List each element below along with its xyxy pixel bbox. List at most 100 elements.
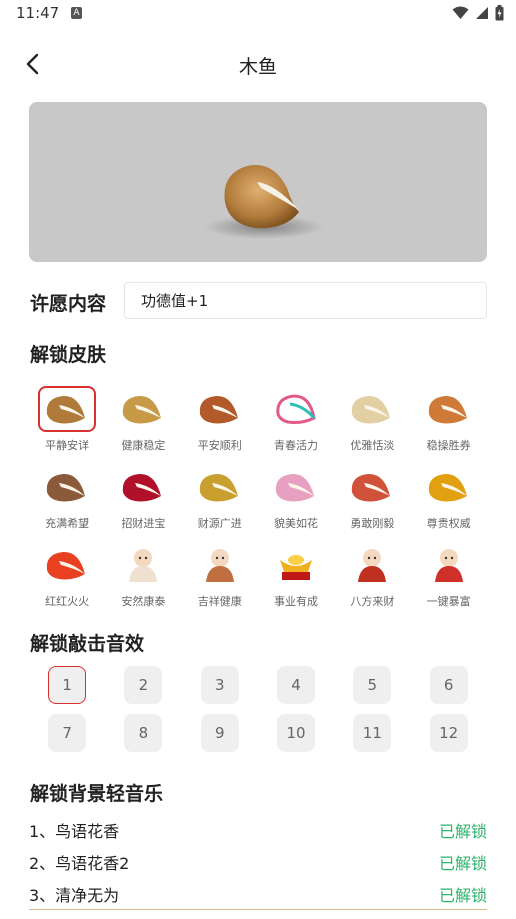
skin-item[interactable]: 充满希望 xyxy=(29,464,105,542)
unlock-status: 已解锁 xyxy=(438,854,487,873)
skin-item[interactable]: 尊贵权威 xyxy=(410,464,486,542)
skin-item[interactable]: 一键暴富 xyxy=(410,542,486,620)
skin-icon-frame xyxy=(343,542,401,588)
unlock-status: 已解锁 xyxy=(438,822,487,841)
wooden-fish-gold-icon xyxy=(123,395,162,424)
sound-row: 7 8 9 10 11 12 xyxy=(29,714,487,754)
sound-option-button[interactable]: 1 xyxy=(48,666,87,704)
sound-option-button[interactable]: 11 xyxy=(353,714,392,752)
skin-item[interactable]: 平安顺利 xyxy=(182,386,258,464)
skin-item[interactable]: 健康稳定 xyxy=(105,386,181,464)
sound-option-button[interactable]: 5 xyxy=(353,666,392,704)
wooden-fish-preview[interactable] xyxy=(29,102,487,262)
sounds-section-title: 解锁敲击音效 xyxy=(30,633,145,655)
skin-icon-frame xyxy=(267,464,325,510)
skin-label: 尊贵权威 xyxy=(426,517,471,530)
sound-cell: 10 xyxy=(258,714,334,754)
sound-cell: 7 xyxy=(29,714,105,754)
music-section-title: 解锁背景轻音乐 xyxy=(30,783,164,805)
skin-label: 八方来财 xyxy=(350,595,395,608)
skin-label: 平安顺利 xyxy=(197,439,242,452)
skin-item[interactable]: 安然康泰 xyxy=(105,542,181,620)
skin-item[interactable]: 八方来财 xyxy=(334,542,410,620)
sound-option-button[interactable]: 10 xyxy=(277,714,316,752)
wooden-fish-pink-flower-icon xyxy=(275,473,315,502)
skin-item[interactable]: 红红火火 xyxy=(29,542,105,620)
sound-grid: 1 2 3 4 5 6 7 8 9 10 11 12 xyxy=(29,666,487,754)
skin-icon-frame xyxy=(191,464,249,510)
sound-cell: 3 xyxy=(182,666,258,706)
skin-label: 平静安详 xyxy=(45,439,90,452)
skin-item[interactable]: 平静安详 xyxy=(29,386,105,464)
skin-label: 貌美如花 xyxy=(274,517,319,530)
skin-icon-frame xyxy=(420,464,478,510)
skin-item[interactable]: 事业有成 xyxy=(258,542,334,620)
skin-label: 吉祥健康 xyxy=(197,595,242,608)
sound-cell: 5 xyxy=(334,666,410,706)
skin-icon-frame xyxy=(191,386,249,432)
skin-item[interactable]: 勇敢刚毅 xyxy=(334,464,410,542)
sound-option-button[interactable]: 3 xyxy=(200,666,239,704)
skin-item[interactable]: 招财进宝 xyxy=(105,464,181,542)
wooden-fish-classic-icon xyxy=(46,395,86,424)
sound-cell: 2 xyxy=(105,666,181,706)
signal-icon xyxy=(476,7,488,19)
skin-label: 青春活力 xyxy=(274,439,319,452)
music-item[interactable]: 3、清净无为 已解锁 xyxy=(29,878,487,910)
wooden-fish-outline-pink-teal-icon xyxy=(276,394,316,424)
skin-icon-frame xyxy=(267,542,325,588)
cartoon-monk-icon xyxy=(129,549,158,582)
sound-option-button[interactable]: 4 xyxy=(277,666,316,704)
sound-cell: 12 xyxy=(410,714,486,754)
skin-label: 优雅恬淡 xyxy=(350,439,395,452)
skin-item[interactable]: 青春活力 xyxy=(258,386,334,464)
sound-option-button[interactable]: 8 xyxy=(124,714,163,752)
skin-item[interactable]: 吉祥健康 xyxy=(182,542,258,620)
skin-icon-frame xyxy=(343,386,401,432)
sound-cell: 6 xyxy=(410,666,486,706)
status-time: 11:47 xyxy=(16,4,60,22)
skin-label: 事业有成 xyxy=(274,595,319,608)
skin-row: 红红火火 安然康泰 吉祥健康 事业有成 八方来财 一键暴富 xyxy=(29,542,487,620)
sound-option-button[interactable]: 6 xyxy=(429,666,468,704)
skin-item[interactable]: 貌美如花 xyxy=(258,464,334,542)
wish-input[interactable] xyxy=(124,282,487,319)
music-item[interactable]: 1、鸟语花香 已解锁 xyxy=(29,814,487,846)
skin-icon-frame xyxy=(343,464,401,510)
skin-icon-frame xyxy=(38,542,96,588)
sound-cell: 4 xyxy=(258,666,334,706)
wooden-fish-coral-icon xyxy=(352,473,391,502)
skins-section-title: 解锁皮肤 xyxy=(30,344,107,366)
unlock-status: 已解锁 xyxy=(438,886,487,905)
sound-cell: 1 xyxy=(29,666,105,706)
skin-item[interactable]: 财源广进 xyxy=(182,464,258,542)
skin-icon-frame xyxy=(114,386,172,432)
skin-icon-frame xyxy=(420,386,478,432)
music-item[interactable]: 2、鸟语花香2 已解锁 xyxy=(29,846,487,878)
skin-label: 财源广进 xyxy=(197,517,242,530)
skin-label: 健康稳定 xyxy=(121,439,166,452)
status-bar: 11:47 A xyxy=(0,0,516,28)
wooden-fish-dark-wood-icon xyxy=(46,473,86,502)
sound-option-button[interactable]: 7 xyxy=(48,714,87,752)
wooden-fish-gold-glitter-icon xyxy=(199,473,238,502)
skin-item[interactable]: 优雅恬淡 xyxy=(334,386,410,464)
music-name: 2、鸟语花香2 xyxy=(29,854,130,873)
notification-a-icon: A xyxy=(71,7,82,19)
wealth-deity-icon xyxy=(434,549,463,582)
status-icons xyxy=(452,5,504,21)
skin-label: 一键暴富 xyxy=(426,595,471,608)
skin-row: 平静安详 健康稳定 平安顺利 青春活力 优雅恬淡 稳操胜券 xyxy=(29,386,487,464)
skin-icon-frame xyxy=(420,542,478,588)
sound-option-button[interactable]: 9 xyxy=(200,714,239,752)
battery-icon xyxy=(495,5,504,21)
top-bar: 木鱼 xyxy=(0,40,516,88)
skin-item[interactable]: 稳操胜券 xyxy=(410,386,486,464)
wooden-fish-red-brown-icon xyxy=(199,395,238,424)
wooden-fish-fire-icon xyxy=(46,551,86,580)
sound-cell: 8 xyxy=(105,714,181,754)
sound-option-button[interactable]: 2 xyxy=(124,666,163,704)
sound-option-button[interactable]: 12 xyxy=(429,714,468,752)
page-title: 木鱼 xyxy=(238,56,277,78)
skin-label: 稳操胜券 xyxy=(426,439,471,452)
